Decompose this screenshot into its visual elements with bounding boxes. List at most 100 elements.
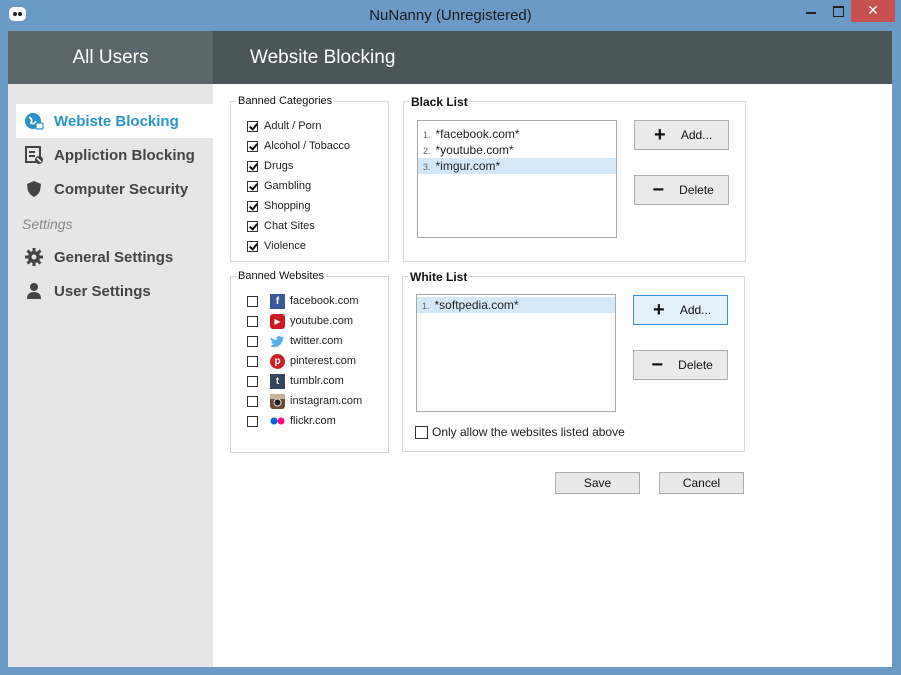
category-checkbox-chat-sites[interactable]: Chat Sites — [247, 218, 315, 234]
category-label: Gambling — [264, 180, 312, 192]
checkbox[interactable] — [247, 395, 258, 407]
instagram-icon — [270, 393, 285, 409]
banned-websites-group: Banned Websites f facebook.com ▶ youtube.c… — [230, 270, 389, 453]
website-label: instagram.com — [290, 395, 363, 407]
tumblr-icon: t — [270, 373, 285, 389]
category-label: Violence — [264, 240, 306, 252]
checkbox[interactable] — [247, 240, 258, 252]
sidebar-item-user-settings[interactable]: User Settings — [16, 274, 213, 308]
white-list-add-button[interactable]: + Add... — [633, 295, 728, 325]
website-label: facebook.com — [290, 295, 359, 307]
checkbox[interactable] — [247, 375, 258, 387]
only-allow-checkbox-row[interactable]: Only allow the websites listed above — [415, 425, 625, 439]
app-block-icon — [24, 145, 44, 165]
list-item[interactable]: 1. *facebook.com* — [418, 126, 616, 142]
website-checkbox-pinterest[interactable]: p pinterest.com — [247, 353, 356, 369]
minus-icon: − — [652, 179, 664, 201]
checkbox[interactable] — [247, 120, 258, 132]
user-selector[interactable]: All Users — [8, 31, 213, 84]
title-bar[interactable]: NuNanny (Unregistered) ✕ — [0, 0, 901, 31]
website-checkbox-instagram[interactable]: instagram.com — [247, 393, 362, 409]
checkbox[interactable] — [247, 415, 258, 427]
list-item-selected[interactable]: 3. *imgur.com* — [418, 158, 616, 174]
sidebar-item-label: Webiste Blocking — [54, 112, 179, 130]
facebook-icon: f — [270, 293, 285, 309]
app-window: NuNanny (Unregistered) ✕ All Users Websi… — [0, 0, 901, 675]
save-button[interactable]: Save — [555, 472, 640, 494]
white-list-group: White List 1. *softpedia.com* + Add... − De… — [402, 270, 745, 452]
category-label: Adult / Porn — [264, 120, 322, 132]
category-checkbox-alcohol[interactable]: Alcohol / Tobacco — [247, 138, 350, 154]
black-list-delete-button[interactable]: − Delete — [634, 175, 729, 205]
twitter-icon — [270, 334, 285, 349]
category-checkbox-shopping[interactable]: Shopping — [247, 198, 311, 214]
website-checkbox-twitter[interactable]: twitter.com — [247, 333, 343, 349]
sidebar-item-application-blocking[interactable]: Appliction Blocking — [16, 138, 213, 172]
category-label: Drugs — [264, 160, 294, 172]
checkbox[interactable] — [247, 140, 258, 152]
sidebar-item-label: Appliction Blocking — [54, 146, 195, 164]
checkbox[interactable] — [247, 160, 258, 172]
sidebar-item-website-blocking[interactable]: Webiste Blocking — [16, 104, 213, 138]
shield-icon — [24, 179, 44, 199]
maximize-button[interactable] — [825, 0, 851, 22]
white-list-label: White List — [408, 270, 470, 284]
close-button[interactable]: ✕ — [851, 0, 895, 22]
minus-icon: − — [651, 354, 663, 376]
black-list-label: Black List — [409, 95, 470, 109]
black-list-box[interactable]: 1. *facebook.com* 2. *youtube.com* 3. *imgu… — [417, 120, 617, 238]
all-users-label[interactable]: All Users — [8, 47, 213, 69]
page-title: Website Blocking — [250, 47, 396, 68]
website-checkbox-youtube[interactable]: ▶ youtube.com — [247, 313, 353, 329]
checkbox[interactable] — [247, 295, 258, 307]
website-label: tumblr.com — [290, 375, 344, 387]
sidebar-item-general-settings[interactable]: General Settings — [16, 240, 213, 274]
window-client-area: All Users Website Blocking Webiste Block… — [8, 31, 892, 667]
only-allow-checkbox[interactable] — [415, 425, 428, 439]
minimize-button[interactable] — [797, 0, 825, 22]
checkbox[interactable] — [247, 355, 258, 367]
settings-section-label: Settings — [22, 216, 73, 232]
checkbox[interactable] — [247, 200, 258, 212]
cancel-button[interactable]: Cancel — [659, 472, 744, 494]
website-checkbox-flickr[interactable]: flickr.com — [247, 413, 336, 429]
category-checkbox-drugs[interactable]: Drugs — [247, 158, 293, 174]
category-checkbox-adult[interactable]: Adult / Porn — [247, 118, 321, 134]
flickr-icon — [270, 414, 285, 429]
checkbox[interactable] — [247, 335, 258, 347]
category-checkbox-gambling[interactable]: Gambling — [247, 178, 311, 194]
sidebar-item-label: Computer Security — [54, 180, 189, 198]
list-item[interactable]: 2. *youtube.com* — [418, 142, 616, 158]
plus-icon: + — [652, 299, 665, 321]
header-bar: All Users Website Blocking — [8, 31, 892, 84]
white-list-box[interactable]: 1. *softpedia.com* — [416, 294, 616, 412]
website-label: flickr.com — [290, 415, 336, 427]
sidebar-item-label: General Settings — [54, 248, 174, 266]
gear-icon — [24, 247, 44, 267]
category-label: Alcohol / Tobacco — [264, 140, 351, 152]
checkbox[interactable] — [247, 220, 258, 232]
category-label: Chat Sites — [264, 220, 315, 232]
checkbox[interactable] — [247, 180, 258, 192]
black-list-add-button[interactable]: + Add... — [634, 120, 729, 150]
list-item-selected[interactable]: 1. *softpedia.com* — [417, 297, 615, 313]
category-checkbox-violence[interactable]: Violence — [247, 238, 306, 254]
user-icon — [24, 281, 44, 301]
website-checkbox-facebook[interactable]: f facebook.com — [247, 293, 358, 309]
black-list-group: Black List 1. *facebook.com* 2. *youtube.c… — [403, 95, 746, 262]
sidebar-item-computer-security[interactable]: Computer Security — [16, 172, 213, 206]
white-list-delete-button[interactable]: − Delete — [633, 350, 728, 380]
youtube-icon: ▶ — [270, 313, 285, 329]
website-checkbox-tumblr[interactable]: t tumblr.com — [247, 373, 344, 389]
plus-icon: + — [653, 124, 666, 146]
sidebar: Webiste Blocking Appliction Blocking Com… — [8, 84, 213, 667]
only-allow-label: Only allow the websites listed above — [432, 425, 625, 439]
checkbox[interactable] — [247, 315, 258, 327]
sidebar-item-label: User Settings — [54, 282, 151, 300]
banned-categories-label: Banned Categories — [236, 95, 335, 107]
website-label: twitter.com — [290, 335, 343, 347]
banned-websites-label: Banned Websites — [236, 270, 327, 282]
website-label: pinterest.com — [290, 355, 357, 367]
category-label: Shopping — [264, 200, 311, 212]
banned-categories-group: Banned Categories Adult / Porn Alcohol /… — [230, 95, 389, 262]
